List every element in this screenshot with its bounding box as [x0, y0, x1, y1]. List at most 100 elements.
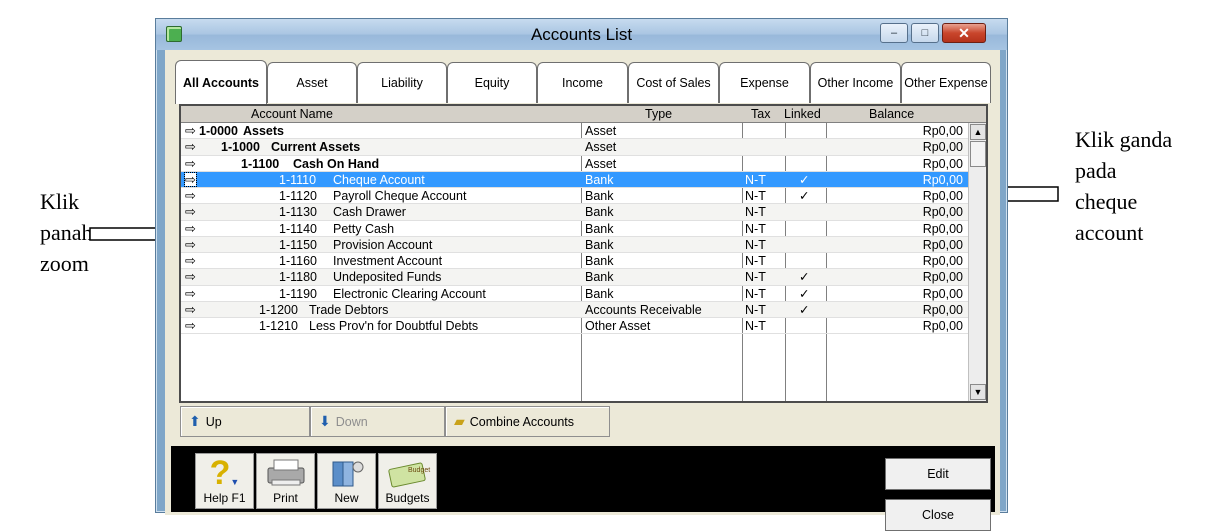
annotation-right: Klik ganda pada cheque account — [1075, 124, 1172, 248]
account-number: 1-1160 — [279, 254, 317, 268]
down-arrow-icon: ⬇ — [319, 413, 331, 429]
col-tax[interactable]: Tax — [751, 107, 770, 121]
table-row[interactable]: ⇨ 1-1140 Petty Cash Bank N-T Rp0,00 — [181, 221, 968, 237]
table-row[interactable]: ⇨ 1-1190 Electronic Clearing Account Bank N-… — [181, 286, 968, 302]
table-row[interactable]: ⇨ 1-1150 Provision Account Bank N-T Rp0,00 — [181, 236, 968, 253]
accounts-list-window: Accounts List – □ ✕ All Accounts Asset L… — [155, 18, 1008, 531]
account-tax: N-T — [745, 172, 766, 187]
table-row[interactable]: ⇨ 1-1120 Payroll Cheque Account Bank N-T ✓ Rp0… — [181, 188, 968, 205]
linked-check-icon: ✓ — [799, 172, 810, 187]
table-row[interactable]: ⇨ 1-1210 Less Prov'n for Doubtful Debts Oth… — [181, 318, 968, 335]
annotation-left: Klik panah zoom — [40, 186, 93, 279]
account-name: Petty Cash — [333, 221, 395, 236]
tab-other-expense[interactable]: Other Expense — [901, 62, 991, 103]
zoom-arrow-icon[interactable]: ⇨ — [185, 302, 196, 318]
annotation-right-line: account — [1075, 220, 1144, 245]
new-button[interactable]: New — [317, 453, 376, 509]
close-window-button[interactable]: ✕ — [942, 23, 986, 43]
budget-sticker-text: Budget — [408, 467, 430, 474]
print-button[interactable]: Print — [256, 453, 315, 509]
vertical-scrollbar[interactable]: ▲ ▼ — [968, 123, 986, 401]
annotation-right-line: Klik ganda — [1075, 127, 1173, 152]
account-balance: Rp0,00 — [922, 156, 963, 171]
table-row[interactable]: ⇨ 1-0000 Assets Asset Rp0,00 — [181, 123, 968, 140]
up-button[interactable]: ⬆ Up — [180, 406, 310, 437]
account-tax: N-T — [745, 254, 766, 268]
zoom-arrow-icon[interactable]: ⇨ — [185, 286, 196, 302]
account-tax: N-T — [745, 221, 766, 236]
zoom-arrow-icon[interactable]: ⇨ — [185, 237, 196, 253]
tab-strip: All Accounts Asset Liability Equity Inco… — [175, 60, 995, 104]
scroll-thumb[interactable] — [970, 141, 986, 167]
account-number: 1-1200 — [259, 302, 298, 317]
zoom-arrow-icon[interactable]: ⇨ — [185, 253, 196, 269]
zoom-arrow-icon[interactable]: ⇨ — [185, 318, 196, 334]
scroll-up-arrow-icon[interactable]: ▲ — [970, 124, 986, 140]
down-button[interactable]: ⬇ Down — [310, 406, 445, 437]
account-number: 1-1100 — [241, 156, 280, 171]
zoom-arrow-icon[interactable]: ⇨ — [185, 221, 196, 237]
account-number: 1-1210 — [259, 319, 298, 333]
scroll-down-arrow-icon[interactable]: ▼ — [970, 384, 986, 400]
table-row[interactable]: ⇨ 1-1160 Investment Account Bank N-T Rp0,00 — [181, 253, 968, 270]
minimize-button[interactable]: – — [880, 23, 908, 43]
account-name: Less Prov'n for Doubtful Debts — [309, 319, 479, 333]
annotation-right-line: pada — [1075, 158, 1117, 183]
col-balance[interactable]: Balance — [869, 107, 914, 121]
zoom-arrow-icon[interactable]: ⇨ — [185, 123, 196, 139]
table-header: Account Name Type Tax Linked Balance — [181, 106, 986, 123]
tab-all-accounts[interactable]: All Accounts — [175, 60, 267, 104]
tab-cost-of-sales[interactable]: Cost of Sales — [628, 62, 719, 103]
account-balance: Rp0,00 — [922, 286, 963, 301]
account-name: Cash On Hand — [293, 156, 380, 171]
account-tax: N-T — [745, 237, 766, 252]
budgets-button[interactable]: Budget Budgets — [378, 453, 437, 509]
zoom-arrow-icon[interactable]: ⇨ — [184, 171, 197, 187]
col-linked[interactable]: Linked — [784, 107, 821, 121]
account-balance: Rp0,00 — [922, 172, 963, 187]
zoom-arrow-icon[interactable]: ⇨ — [185, 139, 196, 155]
main-panel: All Accounts Asset Liability Equity Inco… — [165, 50, 1000, 531]
account-number: 1-1000 — [221, 140, 260, 155]
tab-equity[interactable]: Equity — [447, 62, 537, 103]
tab-asset[interactable]: Asset — [267, 62, 357, 103]
linked-check-icon: ✓ — [799, 189, 810, 203]
account-balance: Rp0,00 — [922, 140, 963, 155]
close-button[interactable]: Close — [885, 499, 991, 531]
combine-accounts-label: Combine Accounts — [469, 414, 575, 429]
table-row-cheque-account[interactable]: ⇨ 1-1110 Cheque Account Bank N-T ✓ Rp0,00 — [181, 171, 968, 188]
account-balance: Rp0,00 — [922, 189, 963, 203]
account-type: Bank — [585, 286, 614, 301]
account-name: Investment Account — [333, 254, 443, 268]
tab-liability[interactable]: Liability — [357, 62, 447, 103]
zoom-arrow-icon[interactable]: ⇨ — [185, 204, 196, 220]
account-tax: N-T — [745, 189, 766, 203]
help-label: Help F1 — [203, 491, 246, 505]
table-row[interactable]: ⇨ 1-1100 Cash On Hand Asset Rp0,00 — [181, 156, 968, 172]
maximize-button[interactable]: □ — [911, 23, 939, 43]
command-bar: ? ▼ Help F1 Print New Budget Budgets — [171, 446, 995, 512]
table-row[interactable]: ⇨ 1-1180 Undeposited Funds Bank N-T ✓ Rp0,00 — [181, 269, 968, 286]
help-button[interactable]: ? ▼ Help F1 — [195, 453, 254, 509]
table-row[interactable]: ⇨ 1-1130 Cash Drawer Bank N-T Rp0,00 — [181, 204, 968, 221]
tab-income[interactable]: Income — [537, 62, 628, 103]
table-row[interactable]: ⇨ 1-1200 Trade Debtors Accounts Receivable N… — [181, 301, 968, 318]
zoom-arrow-icon[interactable]: ⇨ — [185, 188, 196, 204]
title-bar[interactable]: Accounts List – □ ✕ — [156, 19, 1007, 50]
table-body: ⇨ 1-0000 Assets Asset Rp0,00 ⇨ 1-1000 Current A… — [181, 123, 968, 335]
table-row[interactable]: ⇨ 1-1000 Current Assets Asset Rp0,00 — [181, 139, 968, 156]
account-type: Bank — [585, 254, 614, 268]
edit-button[interactable]: Edit — [885, 458, 991, 490]
zoom-arrow-icon[interactable]: ⇨ — [185, 156, 196, 172]
tab-other-income[interactable]: Other Income — [810, 62, 901, 103]
account-name: Undeposited Funds — [333, 270, 442, 285]
zoom-arrow-icon[interactable]: ⇨ — [185, 269, 196, 285]
col-type[interactable]: Type — [645, 107, 672, 121]
tab-expense[interactable]: Expense — [719, 62, 810, 103]
help-icon: ? ▼ — [209, 454, 240, 492]
linked-check-icon: ✓ — [799, 302, 810, 317]
col-account-name[interactable]: Account Name — [251, 107, 333, 121]
account-name: Electronic Clearing Account — [333, 286, 486, 301]
linked-check-icon: ✓ — [799, 270, 810, 285]
combine-accounts-button[interactable]: ▰ Combine Accounts — [445, 406, 610, 437]
